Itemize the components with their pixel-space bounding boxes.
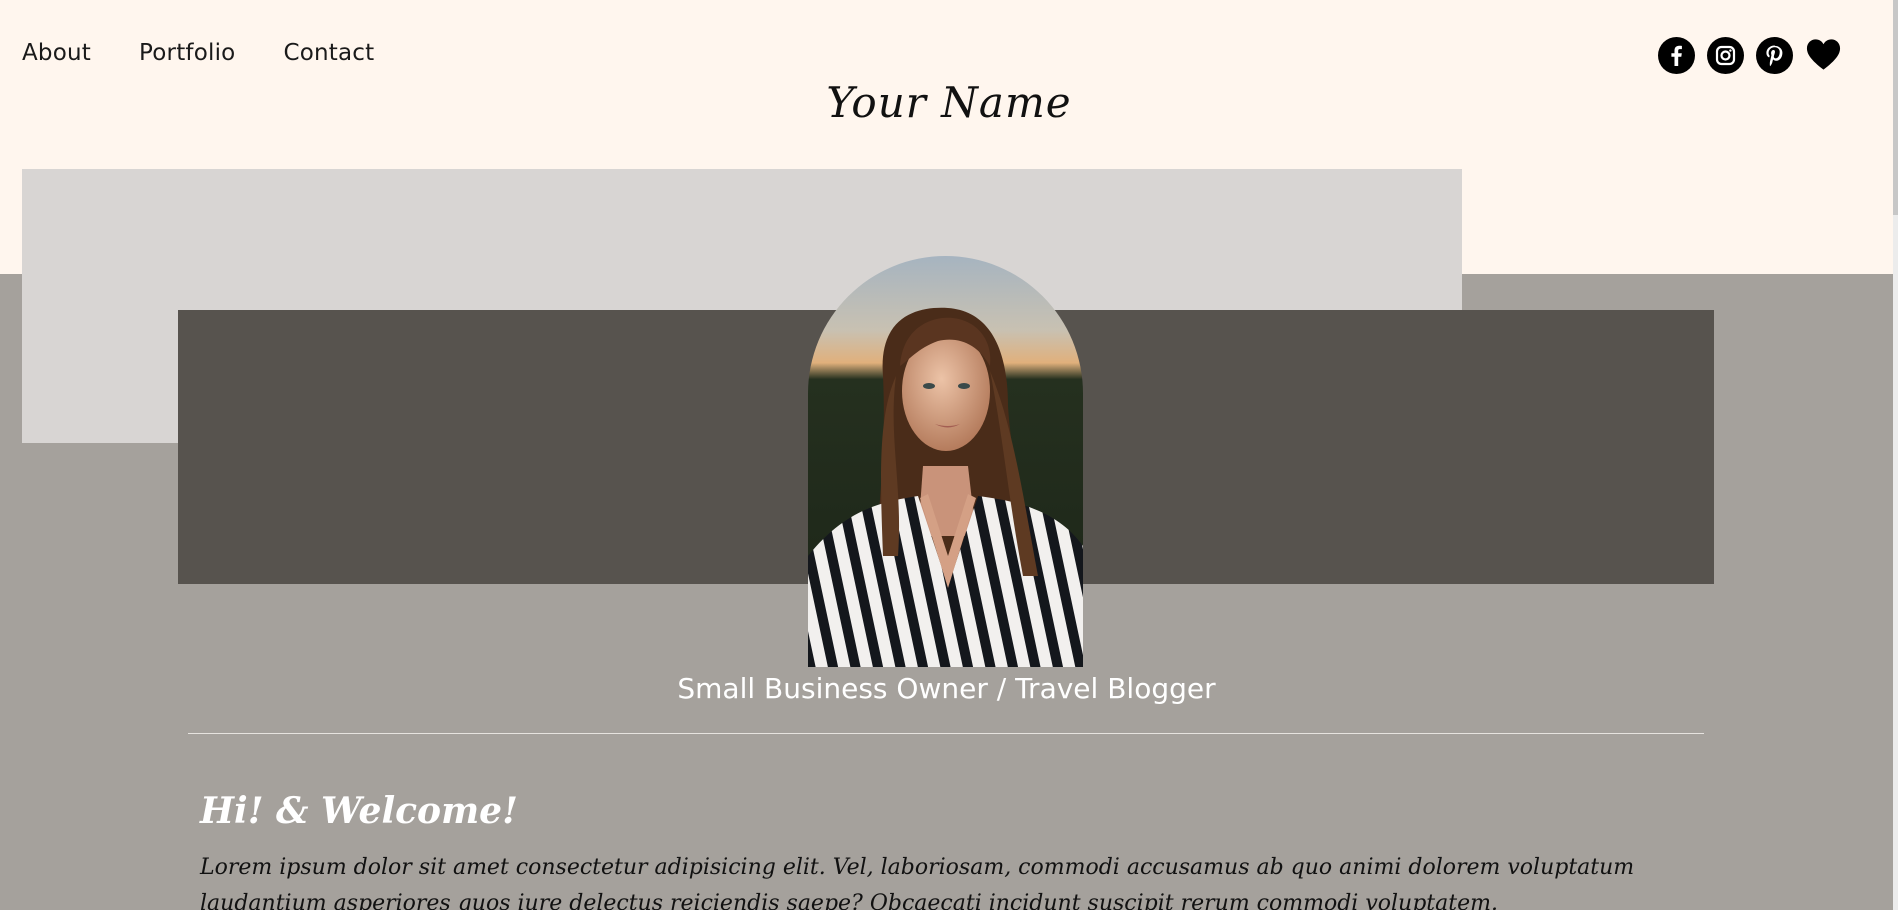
nav-portfolio-link[interactable]: Portfolio — [139, 40, 235, 66]
facebook-icon[interactable] — [1658, 37, 1695, 74]
main-nav: About Portfolio Contact — [22, 40, 374, 66]
profile-photo — [808, 256, 1083, 667]
instagram-icon[interactable] — [1707, 37, 1744, 74]
hero-tagline: Small Business Owner / Travel Blogger — [677, 672, 1216, 705]
nav-contact-link[interactable]: Contact — [283, 40, 374, 66]
heart-icon[interactable] — [1805, 37, 1842, 74]
nav-about-link[interactable]: About — [22, 40, 91, 66]
scrollbar-thumb[interactable] — [1893, 0, 1898, 215]
section-divider — [188, 733, 1704, 734]
pinterest-icon[interactable] — [1756, 37, 1793, 74]
page-scrollbar[interactable] — [1893, 0, 1898, 910]
site-logo[interactable]: Your Name — [0, 78, 1898, 127]
welcome-heading: Hi! & Welcome! — [200, 790, 518, 832]
social-links — [1658, 37, 1842, 74]
page: About Portfolio Contact Your Name Small … — [0, 0, 1898, 910]
intro-paragraph: Lorem ipsum dolor sit amet consectetur a… — [200, 855, 1635, 910]
